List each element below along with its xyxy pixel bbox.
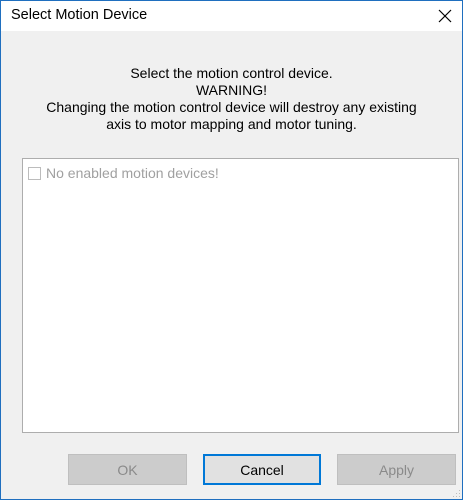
list-item: No enabled motion devices! [28, 165, 219, 181]
warning-heading: WARNING! [195, 82, 268, 98]
resize-grip-icon[interactable] [451, 488, 461, 498]
close-icon [438, 9, 452, 23]
ok-button[interactable]: OK [68, 454, 187, 485]
warning-line: axis to motor mapping and motor tuning. [106, 116, 357, 132]
window-title: Select Motion Device [11, 7, 148, 23]
motion-device-list[interactable]: No enabled motion devices! [22, 158, 459, 433]
close-button[interactable] [428, 1, 462, 31]
list-item-label: No enabled motion devices! [46, 165, 219, 181]
instruction-line: Select the motion control device. [130, 65, 333, 81]
warning-line: Changing the motion control device will … [46, 99, 417, 115]
apply-button[interactable]: Apply [337, 454, 456, 485]
device-checkbox [28, 166, 41, 180]
instruction-message: Select the motion control device. WARNIN… [1, 65, 462, 133]
cancel-button[interactable]: Cancel [203, 454, 321, 485]
select-motion-device-dialog: Select Motion Device Select the motion c… [0, 0, 463, 500]
title-bar[interactable]: Select Motion Device [1, 1, 462, 31]
